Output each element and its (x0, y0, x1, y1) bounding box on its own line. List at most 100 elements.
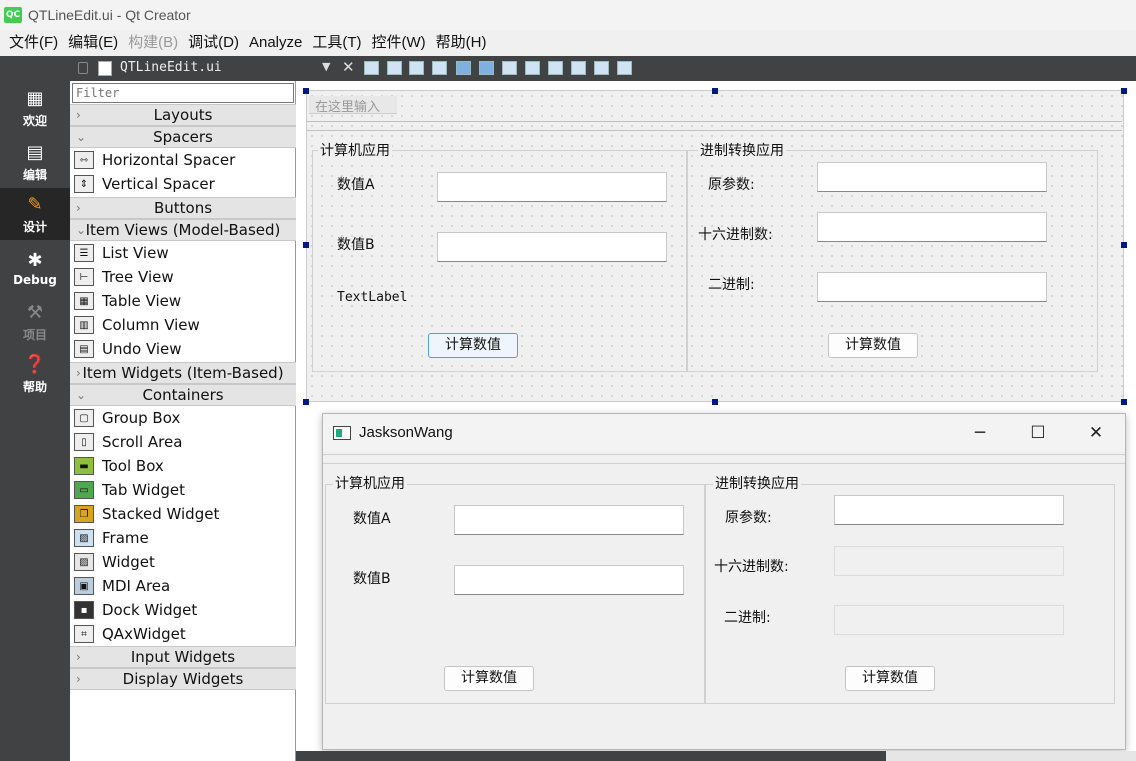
calc-group-title: 计算机应用 (318, 140, 392, 160)
form-toolbar-placeholder (307, 121, 1122, 131)
value-b-input[interactable] (437, 232, 667, 262)
widget-widget[interactable]: ▨ Widget (74, 550, 294, 574)
convert-button[interactable]: 计算数值 (828, 333, 918, 358)
resize-handle[interactable] (1121, 88, 1127, 94)
category-spacers[interactable]: ⌄ Spacers (70, 126, 296, 148)
mode-edit[interactable]: ▤ 编辑 (0, 136, 70, 188)
source-param-input[interactable] (817, 162, 1047, 192)
widget-scroll-area[interactable]: ▯ Scroll Area (74, 430, 294, 454)
top-line-edit[interactable]: 在这里输入 (309, 96, 397, 115)
category-display-widgets[interactable]: › Display Widgets (70, 668, 296, 690)
resize-handle[interactable] (303, 242, 309, 248)
category-layouts[interactable]: › Layouts (70, 104, 296, 126)
resize-handle[interactable] (1121, 242, 1127, 248)
menu-widgets[interactable]: 控件(W) (367, 30, 431, 56)
resize-handle[interactable] (712, 399, 718, 405)
category-containers[interactable]: ⌄ Containers (70, 384, 296, 406)
calc-button[interactable]: 计算数值 (428, 333, 518, 358)
widget-tab-widget[interactable]: ▭ Tab Widget (74, 478, 294, 502)
category-item-widgets[interactable]: › Item Widgets (Item-Based) (70, 362, 296, 384)
menu-edit[interactable]: 编辑(E) (63, 30, 123, 56)
close-button[interactable]: ✕ (1073, 420, 1119, 446)
preview-binary-output[interactable] (834, 605, 1064, 635)
widget-column-view[interactable]: ▥ Column View (74, 313, 294, 337)
widget-list-view[interactable]: ☰ List View (74, 241, 294, 265)
preview-toolbar-area (323, 454, 1125, 464)
label-source-param: 原参数: (708, 177, 755, 193)
widget-tool-box[interactable]: ▬ Tool Box (74, 454, 294, 478)
minimize-button[interactable]: ─ (957, 420, 1003, 446)
resize-handle[interactable] (712, 88, 718, 94)
preview-calc-button[interactable]: 计算数值 (444, 666, 534, 691)
widget-group-box[interactable]: ▢ Group Box (74, 406, 294, 430)
horizontal-spacer-icon: ⇿ (74, 151, 94, 169)
category-buttons[interactable]: › Buttons (70, 197, 296, 219)
edit-widgets-icon[interactable] (364, 61, 379, 75)
resize-handle[interactable] (303, 399, 309, 405)
layout-grid-icon[interactable] (571, 61, 586, 75)
hex-input[interactable] (817, 212, 1047, 242)
widget-vertical-spacer[interactable]: ⇕ Vertical Spacer (74, 172, 294, 196)
edit-signals-icon[interactable] (387, 61, 402, 75)
value-a-input[interactable] (437, 172, 667, 202)
wrench-icon: ⚒ (26, 302, 44, 323)
open-file-name[interactable]: QTLineEdit.ui (120, 60, 222, 75)
mode-projects[interactable]: ⚒ 项目 (0, 296, 70, 348)
edit-tab-order-icon[interactable] (432, 61, 447, 75)
menu-help[interactable]: 帮助(H) (431, 30, 492, 56)
splitter-vertical-icon[interactable] (525, 61, 540, 75)
layout-horizontal-icon[interactable] (456, 61, 471, 75)
widget-dock-widget[interactable]: ▪ Dock Widget (74, 598, 294, 622)
preview-label-hex: 十六进制数: (714, 559, 789, 575)
preview-value-a-input[interactable] (454, 505, 684, 535)
widget-frame[interactable]: ▨ Frame (74, 526, 294, 550)
layout-vertical-icon[interactable] (479, 61, 494, 75)
preview-value-b-input[interactable] (454, 565, 684, 595)
resize-handle[interactable] (303, 88, 309, 94)
splitter-horizontal-icon[interactable] (502, 61, 517, 75)
preview-source-param-input[interactable] (834, 495, 1064, 525)
widget-undo-view[interactable]: ▤ Undo View (74, 337, 294, 361)
resize-handle[interactable] (1121, 399, 1127, 405)
widget-table-view[interactable]: ▦ Table View (74, 289, 294, 313)
help-icon: ❓ (23, 354, 47, 375)
menu-debug[interactable]: 调试(D) (183, 30, 244, 56)
mode-debug[interactable]: ✱ Debug (0, 242, 70, 294)
widget-qaxwidget[interactable]: ⌗ QAxWidget (74, 622, 294, 646)
layout-form-icon[interactable] (548, 61, 563, 75)
menu-file[interactable]: 文件(F) (4, 30, 63, 56)
chevron-right-icon: › (76, 672, 81, 686)
chevron-right-icon: › (76, 366, 81, 380)
preview-convert-button[interactable]: 计算数值 (845, 666, 935, 691)
stacked-widget-icon: ❐ (74, 505, 94, 523)
widget-mdi-area[interactable]: ▣ MDI Area (74, 574, 294, 598)
chevron-down-icon: ⌄ (76, 130, 87, 144)
tab-widget-icon: ▭ (74, 481, 94, 499)
edit-buddies-icon[interactable] (409, 61, 424, 75)
maximize-button[interactable]: ☐ (1015, 420, 1061, 446)
close-document-icon[interactable]: ✕ (342, 58, 355, 76)
preview-title-bar[interactable]: JasksonWang ─ ☐ ✕ (323, 414, 1125, 452)
break-layout-icon[interactable] (594, 61, 609, 75)
binary-input[interactable] (817, 272, 1047, 302)
preview-label-source-param: 原参数: (725, 510, 772, 526)
adjust-size-icon[interactable] (617, 61, 632, 75)
chevron-down-icon: ⌄ (76, 223, 87, 237)
preview-window[interactable]: JasksonWang ─ ☐ ✕ 计算机应用 数值A 数值B 计算数值 进制转… (322, 413, 1126, 750)
preview-hex-output[interactable] (834, 546, 1064, 576)
menu-analyze[interactable]: Analyze (244, 30, 307, 56)
widget-horizontal-spacer[interactable]: ⇿ Horizontal Spacer (74, 148, 294, 172)
mode-help[interactable]: ❓ 帮助 (0, 348, 70, 400)
mode-design[interactable]: ✎ 设计 (0, 188, 70, 240)
category-input-widgets[interactable]: › Input Widgets (70, 646, 296, 668)
widget-filter-input[interactable] (72, 83, 294, 103)
widget-tree-view[interactable]: ⊢ Tree View (74, 265, 294, 289)
widget-stacked-widget[interactable]: ❐ Stacked Widget (74, 502, 294, 526)
mode-selector: ▦ 欢迎 ▤ 编辑 ✎ 设计 ✱ Debug ⚒ 项目 ❓ 帮助 (0, 56, 70, 761)
mode-welcome[interactable]: ▦ 欢迎 (0, 82, 70, 134)
menu-tools[interactable]: 工具(T) (307, 30, 366, 56)
menu-bar: 文件(F) 编辑(E) 构建(B) 调试(D) Analyze 工具(T) 控件… (0, 30, 1136, 56)
chevron-down-icon[interactable]: ▼ (322, 60, 330, 73)
category-item-views[interactable]: ⌄ Item Views (Model-Based) (70, 219, 296, 241)
menu-build[interactable]: 构建(B) (123, 30, 183, 56)
